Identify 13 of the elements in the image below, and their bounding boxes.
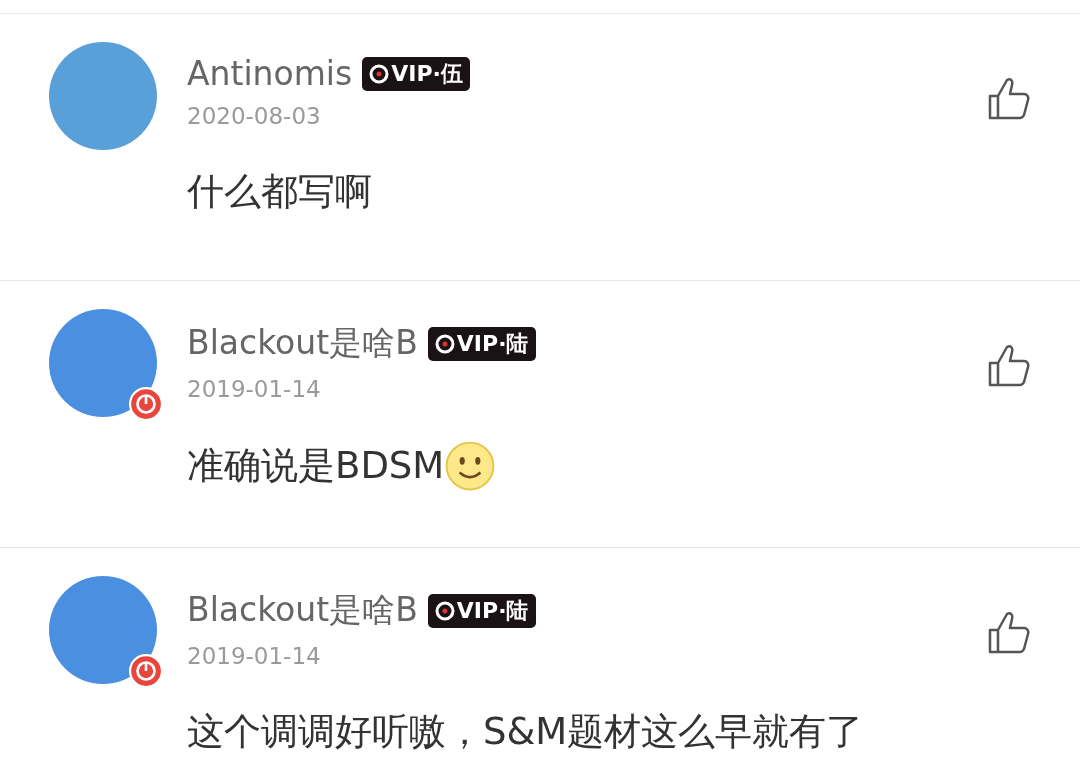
username[interactable]: Antinomis bbox=[187, 54, 353, 93]
username[interactable]: Blackout是啥B bbox=[187, 588, 418, 633]
comment-text: 什么都写啊 bbox=[187, 169, 372, 215]
username[interactable]: Blackout是啥B bbox=[187, 321, 418, 366]
comment-text: 这个调调好听嗷，S&M题材这么早就有了 bbox=[187, 709, 864, 755]
comment-date: 2019-01-14 bbox=[187, 643, 322, 669]
smiley-icon bbox=[444, 440, 497, 492]
vip-badge: VIP·陆 bbox=[427, 593, 536, 628]
comment-date: 2020-08-03 bbox=[187, 103, 322, 129]
comment-date: 2019-01-14 bbox=[187, 376, 322, 402]
vip-badge: VIP·伍 bbox=[362, 56, 470, 91]
vip-badge: VIP·陆 bbox=[427, 326, 536, 361]
comment-text: 准确说是BDSM bbox=[187, 443, 445, 489]
